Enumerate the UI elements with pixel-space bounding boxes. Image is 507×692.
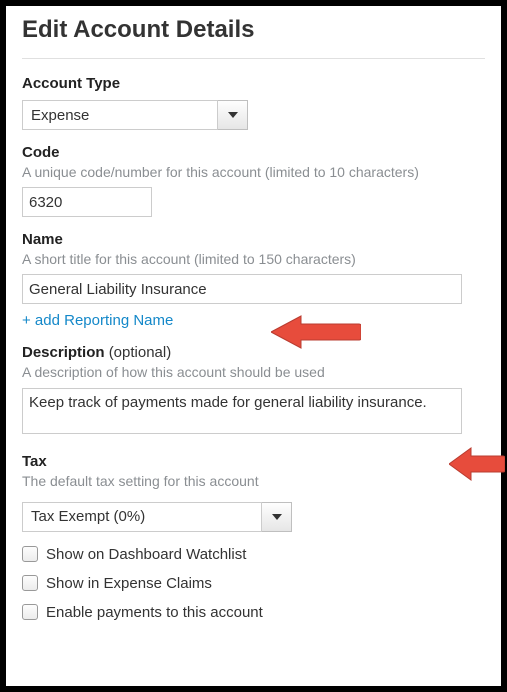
divider (22, 58, 485, 59)
checkbox-group: Show on Dashboard Watchlist Show in Expe… (22, 546, 485, 621)
name-field: Name A short title for this account (lim… (22, 231, 485, 330)
account-type-value: Expense (22, 100, 218, 130)
account-type-dropdown-button[interactable] (218, 100, 248, 130)
page-title: Edit Account Details (22, 16, 485, 44)
expense-claims-checkbox[interactable] (22, 575, 38, 591)
account-type-field: Account Type Expense (22, 75, 485, 130)
description-optional: (optional) (109, 344, 172, 361)
description-help: A description of how this account should… (22, 363, 485, 381)
name-input[interactable] (22, 274, 462, 304)
edit-account-form: Edit Account Details Account Type Expens… (6, 6, 501, 649)
enable-payments-label: Enable payments to this account (46, 604, 263, 621)
code-label: Code (22, 144, 485, 161)
name-label: Name (22, 231, 485, 248)
tax-help: The default tax setting for this account (22, 472, 485, 490)
code-field: Code A unique code/number for this accou… (22, 144, 485, 217)
add-reporting-name-link[interactable]: + add Reporting Name (22, 312, 173, 329)
dashboard-watchlist-label: Show on Dashboard Watchlist (46, 546, 246, 563)
description-label: Description (optional) (22, 344, 485, 361)
dashboard-watchlist-checkbox[interactable] (22, 546, 38, 562)
name-help: A short title for this account (limited … (22, 250, 485, 268)
expense-claims-row[interactable]: Show in Expense Claims (22, 575, 485, 592)
code-input[interactable] (22, 187, 152, 217)
code-help: A unique code/number for this account (l… (22, 163, 485, 181)
dashboard-watchlist-row[interactable]: Show on Dashboard Watchlist (22, 546, 485, 563)
expense-claims-label: Show in Expense Claims (46, 575, 212, 592)
description-input[interactable] (22, 388, 462, 434)
chevron-down-icon (272, 514, 282, 520)
tax-select[interactable]: Tax Exempt (0%) (22, 502, 292, 532)
tax-dropdown-button[interactable] (262, 502, 292, 532)
enable-payments-checkbox[interactable] (22, 604, 38, 620)
account-type-select[interactable]: Expense (22, 100, 248, 130)
description-field: Description (optional) A description of … (22, 344, 485, 438)
tax-field: Tax The default tax setting for this acc… (22, 453, 485, 532)
enable-payments-row[interactable]: Enable payments to this account (22, 604, 485, 621)
tax-label: Tax (22, 453, 485, 470)
description-label-text: Description (22, 344, 105, 361)
chevron-down-icon (228, 112, 238, 118)
tax-value: Tax Exempt (0%) (22, 502, 262, 532)
account-type-label: Account Type (22, 75, 485, 92)
